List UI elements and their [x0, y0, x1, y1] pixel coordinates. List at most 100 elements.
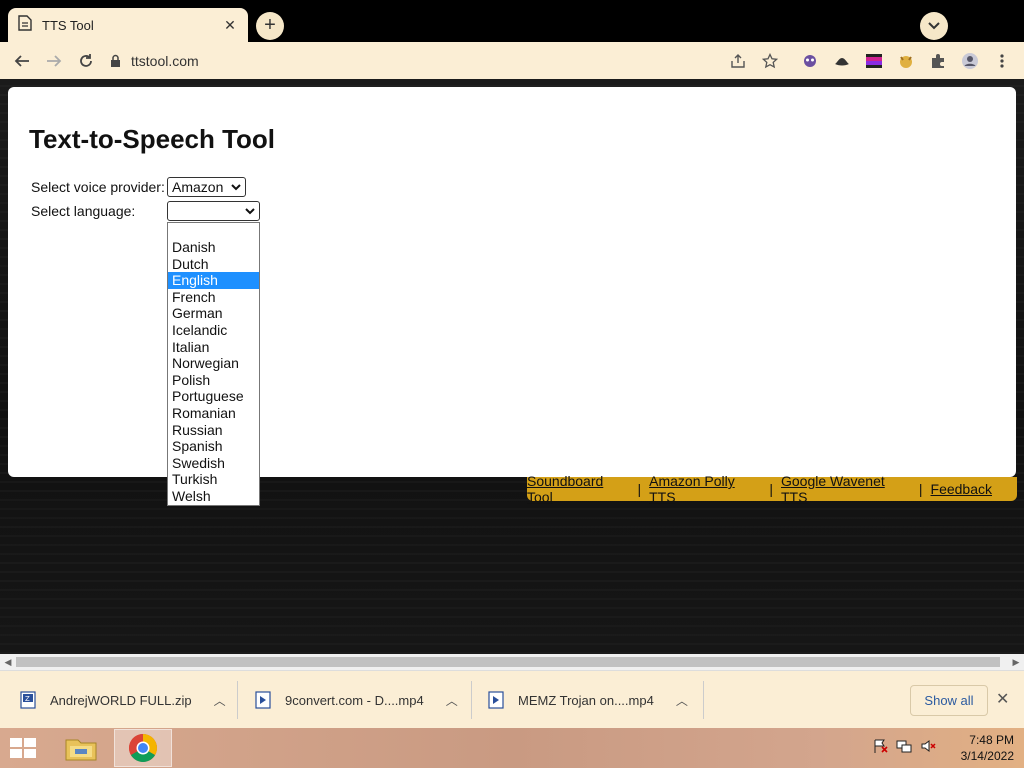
link-separator: | — [918, 481, 923, 497]
amazon-polly-link[interactable]: Amazon Polly TTS — [649, 473, 761, 505]
extensions-area — [722, 46, 1018, 75]
video-file-icon — [255, 691, 271, 709]
scrollbar-thumb[interactable] — [16, 657, 1000, 667]
alien-extension-icon — [804, 54, 816, 67]
language-select[interactable] — [167, 201, 260, 221]
tab-title: TTS Tool — [42, 17, 94, 33]
provider-label: Select voice provider: — [31, 179, 165, 195]
language-option-icelandic[interactable]: Icelandic — [168, 322, 259, 339]
svg-text:Z: Z — [25, 695, 30, 703]
kebab-menu-icon — [1000, 53, 1004, 68]
language-option-portuguese[interactable]: Portuguese — [168, 388, 259, 405]
chrome-taskbar-button[interactable] — [114, 729, 172, 767]
language-option-english[interactable]: English — [168, 272, 259, 289]
browser-menu-button[interactable] — [986, 46, 1018, 75]
system-tray — [872, 738, 936, 754]
download-filename: MEMZ Trojan on....mp4 — [518, 692, 654, 708]
language-option-russian[interactable]: Russian — [168, 422, 259, 439]
chevron-up-icon[interactable]: ︿ — [214, 692, 226, 709]
provider-row: Select voice provider: Amazon — [31, 177, 246, 197]
url-text: ttstool.com — [131, 52, 199, 69]
google-wavenet-link[interactable]: Google Wavenet TTS — [781, 473, 911, 505]
doge-extension-icon — [900, 55, 912, 68]
language-option-swedish[interactable]: Swedish — [168, 455, 259, 472]
browser-toolbar: ttstool.com — [0, 42, 1024, 79]
language-label: Select language: — [31, 203, 136, 219]
extension-1-button[interactable] — [794, 46, 826, 75]
page-icon — [18, 14, 32, 36]
action-center-flag-icon[interactable] — [872, 738, 888, 754]
web-page: Text-to-Speech Tool Select voice provide… — [0, 79, 1024, 654]
language-option-dutch[interactable]: Dutch — [168, 256, 259, 273]
provider-value: Amazon — [172, 179, 224, 195]
language-option-german[interactable]: German — [168, 305, 259, 322]
download-item[interactable]: Z AndrejWORLD FULL.zip ︿ — [20, 681, 226, 719]
download-item[interactable]: MEMZ Trojan on....mp4 ︿ — [488, 681, 688, 719]
language-option-italian[interactable]: Italian — [168, 339, 259, 356]
extensions-menu-button[interactable] — [922, 46, 954, 75]
browser-tab-strip: TTS Tool ✕ + — [0, 0, 1024, 42]
avatar-icon — [962, 52, 978, 69]
address-bar[interactable]: ttstool.com — [110, 46, 790, 75]
hat-extension-icon — [835, 57, 849, 65]
windows-start-icon[interactable] — [8, 736, 38, 760]
language-option-polish[interactable]: Polish — [168, 372, 259, 389]
forward-button[interactable] — [38, 45, 70, 77]
horizontal-scrollbar[interactable]: ◀ ▶ — [0, 654, 1024, 670]
zip-file-icon: Z — [20, 691, 36, 709]
language-option-danish[interactable]: Danish — [168, 239, 259, 256]
share-button[interactable] — [722, 46, 754, 75]
divider — [471, 681, 472, 719]
download-item[interactable]: 9convert.com - D....mp4 ︿ — [255, 681, 458, 719]
close-icon[interactable]: ✕ — [996, 689, 1009, 709]
chevron-down-icon — [231, 183, 241, 190]
extension-4-button[interactable] — [890, 46, 922, 75]
link-separator: | — [637, 481, 642, 497]
language-row: Select language: — [31, 201, 260, 221]
reload-icon — [80, 53, 92, 67]
main-card: Text-to-Speech Tool Select voice provide… — [8, 87, 1016, 477]
page-title: Text-to-Speech Tool — [29, 124, 276, 154]
scroll-right-icon[interactable]: ▶ — [1008, 654, 1024, 670]
network-icon[interactable] — [896, 738, 912, 754]
language-option-welsh[interactable]: Welsh — [168, 488, 259, 505]
back-arrow-icon — [14, 54, 29, 67]
language-option-spanish[interactable]: Spanish — [168, 438, 259, 455]
chevron-down-icon — [928, 22, 940, 30]
volume-muted-icon[interactable] — [920, 738, 936, 754]
close-tab-icon[interactable]: ✕ — [222, 17, 238, 34]
bookmark-button[interactable] — [754, 46, 786, 75]
footer-links-bar: Soundboard Tool | Amazon Polly TTS | Goo… — [527, 473, 1017, 505]
show-all-button[interactable]: Show all — [910, 685, 988, 716]
chevron-up-icon[interactable]: ︿ — [676, 692, 688, 709]
extension-2-button[interactable] — [826, 46, 858, 75]
forward-arrow-icon — [47, 54, 62, 67]
extension-3-button[interactable] — [858, 46, 890, 75]
system-clock[interactable]: 7:48 PM 3/14/2022 — [944, 732, 1014, 764]
reload-button[interactable] — [70, 45, 102, 77]
windows-taskbar: 7:48 PM 3/14/2022 — [0, 728, 1024, 768]
language-option-norwegian[interactable]: Norwegian — [168, 355, 259, 372]
language-option-french[interactable]: French — [168, 289, 259, 306]
feedback-link[interactable]: Feedback — [931, 481, 992, 497]
chevron-up-icon[interactable]: ︿ — [446, 692, 458, 709]
language-option-turkish[interactable]: Turkish — [168, 471, 259, 488]
language-dropdown-list: Danish Dutch English French German Icela… — [167, 222, 260, 506]
file-explorer-button[interactable] — [52, 729, 110, 767]
video-file-icon — [488, 691, 504, 709]
scroll-left-icon[interactable]: ◀ — [0, 654, 16, 670]
flag-extension-icon — [866, 53, 882, 68]
provider-select[interactable]: Amazon — [167, 177, 246, 197]
profile-button[interactable] — [954, 46, 986, 75]
share-icon — [731, 53, 745, 68]
browser-tab[interactable]: TTS Tool ✕ — [8, 8, 248, 42]
new-tab-button[interactable]: + — [256, 12, 284, 40]
link-separator: | — [769, 481, 773, 497]
divider — [703, 681, 704, 719]
back-button[interactable] — [6, 45, 38, 77]
soundboard-tool-link[interactable]: Soundboard Tool — [527, 473, 629, 505]
tab-search-button[interactable] — [920, 12, 948, 40]
chevron-down-icon — [245, 207, 255, 214]
language-option-romanian[interactable]: Romanian — [168, 405, 259, 422]
